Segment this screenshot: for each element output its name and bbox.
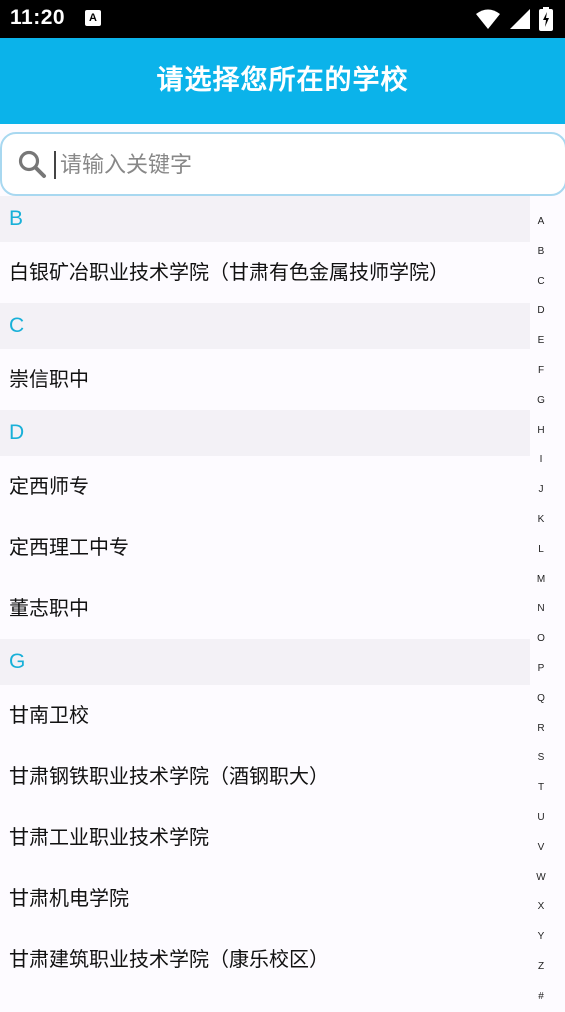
index-letter[interactable]: X xyxy=(531,892,551,922)
app-header: 请选择您所在的学校 xyxy=(0,38,565,124)
status-icons xyxy=(475,7,553,31)
school-list-item[interactable]: 甘肃建筑职业技术学院（康乐校区） xyxy=(0,929,530,990)
index-letter[interactable]: D xyxy=(531,296,551,326)
index-letter[interactable]: # xyxy=(531,982,551,1012)
status-time: 11:20 xyxy=(10,6,66,29)
status-bar: 11:20 A xyxy=(0,0,565,38)
text-cursor xyxy=(54,151,56,179)
index-letter[interactable]: B xyxy=(531,237,551,267)
school-list-item[interactable]: 白银矿冶职业技术学院（甘肃有色金属技师学院） xyxy=(0,242,530,303)
index-letter[interactable]: Z xyxy=(531,952,551,982)
index-letter[interactable]: Q xyxy=(531,684,551,714)
index-letter[interactable]: G xyxy=(531,386,551,416)
section-header-c: C xyxy=(0,303,530,349)
index-letter[interactable]: C xyxy=(531,267,551,297)
wifi-icon xyxy=(476,9,500,29)
index-letter[interactable]: J xyxy=(531,475,551,505)
index-letter[interactable]: O xyxy=(531,624,551,654)
index-letter[interactable]: E xyxy=(531,326,551,356)
index-letter[interactable]: T xyxy=(531,773,551,803)
index-letter[interactable]: P xyxy=(531,654,551,684)
school-list-item[interactable]: 董志职中 xyxy=(0,578,530,639)
school-list-item[interactable]: 甘肃钢铁职业技术学院（酒钢职大） xyxy=(0,746,530,807)
section-header-b: B xyxy=(0,196,530,242)
battery-icon xyxy=(539,7,553,31)
index-letter[interactable]: F xyxy=(531,356,551,386)
signal-icon xyxy=(510,9,530,29)
index-letter[interactable]: R xyxy=(531,714,551,744)
school-list-item[interactable]: 定西理工中专 xyxy=(0,517,530,578)
notification-icon: A xyxy=(85,10,101,26)
search-icon xyxy=(18,150,46,178)
index-letter[interactable]: W xyxy=(531,863,551,893)
index-letter[interactable]: S xyxy=(531,743,551,773)
index-letter[interactable]: V xyxy=(531,833,551,863)
page-title: 请选择您所在的学校 xyxy=(156,65,409,96)
section-header-g: G xyxy=(0,639,530,685)
school-list-item[interactable]: 甘肃机电学院 xyxy=(0,868,530,929)
school-list-item[interactable]: 定西师专 xyxy=(0,456,530,517)
index-letter[interactable]: M xyxy=(531,565,551,595)
school-list-item[interactable]: 甘肃工业职业技术学院 xyxy=(0,807,530,868)
search-bar[interactable] xyxy=(0,132,565,196)
school-list-item[interactable]: 甘南卫校 xyxy=(0,685,530,746)
index-letter[interactable]: Y xyxy=(531,922,551,952)
index-letter[interactable]: A xyxy=(531,207,551,237)
index-letter[interactable]: K xyxy=(531,505,551,535)
index-letter[interactable]: N xyxy=(531,594,551,624)
section-header-d: D xyxy=(0,410,530,456)
search-input[interactable] xyxy=(58,144,542,186)
index-letter[interactable]: H xyxy=(531,416,551,446)
school-list-item[interactable]: 崇信职中 xyxy=(0,349,530,410)
school-list[interactable]: B 白银矿冶职业技术学院（甘肃有色金属技师学院） C 崇信职中 D 定西师专 定西理工中专董… xyxy=(0,196,530,990)
index-letter[interactable]: U xyxy=(531,803,551,833)
alphabet-index-bar[interactable]: A B C D E F G H I J K L M N O P Q R S T U V W X Y Z # xyxy=(531,207,551,1012)
index-letter[interactable]: I xyxy=(531,445,551,475)
index-letter[interactable]: L xyxy=(531,535,551,565)
